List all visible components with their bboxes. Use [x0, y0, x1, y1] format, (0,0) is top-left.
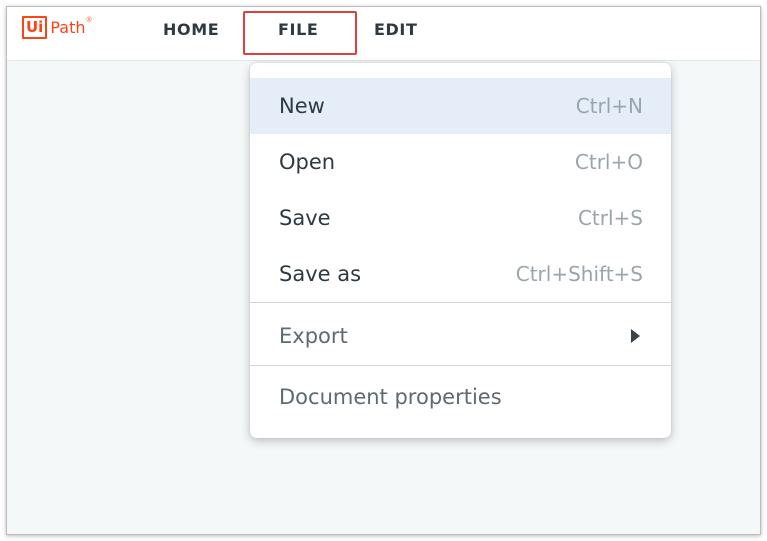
registered-mark: ® [86, 17, 92, 24]
logo-box-text: Ui [22, 16, 48, 39]
nav-edit[interactable]: EDIT [374, 20, 417, 39]
menu-divider [250, 302, 671, 303]
app-window: Ui Path ® HOME FILE EDIT New Ctrl+N Open… [6, 6, 761, 535]
menu-item-label: New [279, 94, 325, 118]
menu-item-export[interactable]: Export [250, 308, 671, 364]
menu-item-label: Open [279, 150, 336, 174]
menu-item-shortcut: Ctrl+O [574, 150, 643, 174]
uipath-logo[interactable]: Ui Path ® [22, 16, 92, 42]
menu-item-save-as[interactable]: Save as Ctrl+Shift+S [250, 246, 671, 302]
file-dropdown-menu: New Ctrl+N Open Ctrl+O Save Ctrl+S Save … [250, 63, 671, 438]
nav-file[interactable]: FILE [278, 20, 318, 39]
menu-item-label: Document properties [279, 385, 502, 409]
top-navbar: Ui Path ® HOME FILE EDIT [7, 7, 760, 61]
logo-text: Path [50, 18, 86, 37]
chevron-right-icon [631, 329, 640, 343]
menu-item-shortcut: Ctrl+N [575, 94, 643, 118]
menu-item-open[interactable]: Open Ctrl+O [250, 134, 671, 190]
menu-item-shortcut: Ctrl+S [577, 206, 643, 230]
nav-home[interactable]: HOME [163, 20, 219, 39]
menu-item-label: Save [279, 206, 331, 230]
menu-item-new[interactable]: New Ctrl+N [250, 78, 671, 134]
menu-item-shortcut: Ctrl+Shift+S [515, 262, 643, 286]
menu-item-label: Export [279, 324, 348, 348]
menu-divider [250, 365, 671, 366]
menu-item-save[interactable]: Save Ctrl+S [250, 190, 671, 246]
menu-item-document-properties[interactable]: Document properties [250, 369, 671, 425]
menu-item-label: Save as [279, 262, 362, 286]
